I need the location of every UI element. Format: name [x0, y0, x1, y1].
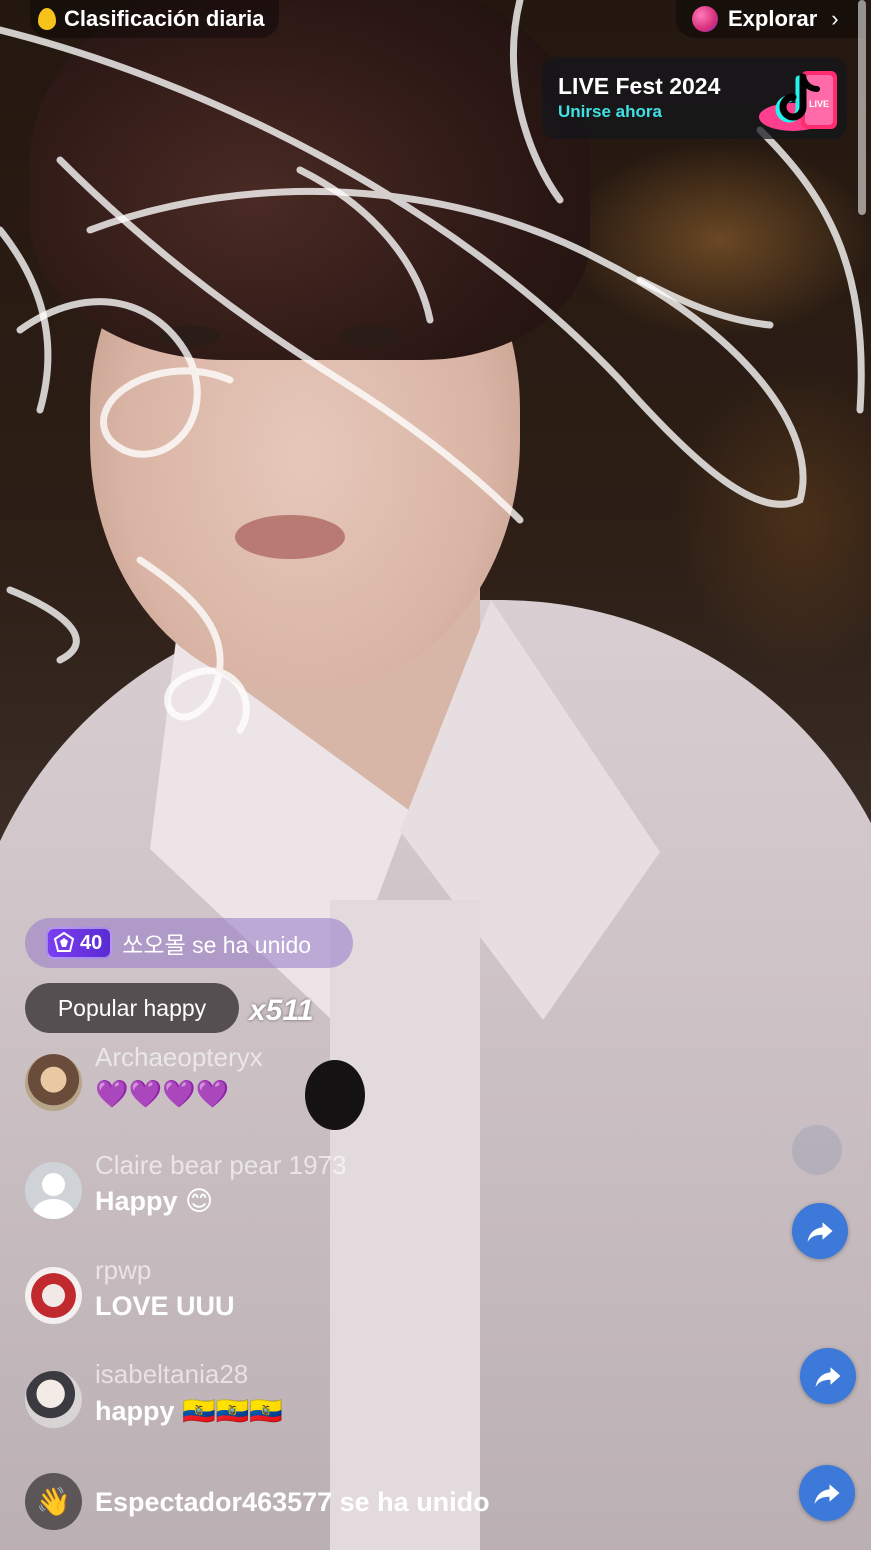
- share-icon: [807, 1222, 833, 1243]
- wave-hand-icon: 👋: [25, 1473, 82, 1530]
- gem-icon: [53, 931, 75, 952]
- popular-gift-pill: Popular happy: [25, 983, 239, 1033]
- level-badge: 40: [46, 927, 113, 959]
- comment-message: 💜💜💜💜: [95, 1079, 230, 1109]
- avatar[interactable]: [25, 1371, 82, 1428]
- explore-button[interactable]: Explorar ›: [676, 0, 866, 38]
- viewer-joined-text: Espectador463577 se ha unido: [95, 1487, 490, 1517]
- avatar[interactable]: [25, 1054, 82, 1111]
- fest-title: LIVE Fest 2024: [558, 73, 721, 99]
- comment-message: Happy 😊: [95, 1186, 214, 1216]
- flame-icon: [38, 8, 56, 30]
- daily-ranking-button[interactable]: Clasificación diaria: [30, 0, 279, 38]
- svg-text:LIVE: LIVE: [809, 99, 829, 109]
- share-button[interactable]: [799, 1465, 855, 1521]
- daily-ranking-label: Clasificación diaria: [64, 6, 265, 31]
- comment-username[interactable]: Archaeopteryx: [95, 1042, 263, 1073]
- chat-comment: Archaeopteryx 💜💜💜💜: [25, 1042, 585, 1134]
- fest-join-link[interactable]: Unirse ahora: [558, 102, 662, 122]
- share-icon: [815, 1367, 841, 1388]
- scrollbar[interactable]: [858, 0, 866, 215]
- comment-username[interactable]: Claire bear pear 1973: [95, 1150, 347, 1181]
- chevron-right-icon: ›: [831, 6, 839, 31]
- comment-message: happy 🇪🇨🇪🇨🇪🇨: [95, 1396, 283, 1426]
- comment-username[interactable]: isabeltania28: [95, 1359, 248, 1390]
- planet-icon: [692, 6, 718, 32]
- user-joined-notice: 40 쏘오몰 se ha unido: [25, 918, 353, 968]
- gift-multiplier: x511: [249, 994, 314, 1027]
- tiktok-live-logo: LIVE: [759, 71, 837, 131]
- chat-comment: rpwp LOVE UUU: [25, 1255, 585, 1347]
- faded-action-button[interactable]: [792, 1125, 842, 1175]
- live-fest-banner[interactable]: LIVE Fest 2024 Unirse ahora LIVE: [542, 57, 847, 139]
- avatar[interactable]: [25, 1267, 82, 1324]
- comment-username[interactable]: rpwp: [95, 1255, 151, 1286]
- avatar[interactable]: [25, 1162, 82, 1219]
- share-icon: [814, 1484, 840, 1505]
- explore-label: Explorar: [728, 6, 818, 31]
- comment-message: LOVE UUU: [95, 1291, 235, 1321]
- chat-comment: Claire bear pear 1973 Happy 😊: [25, 1150, 585, 1242]
- level-number: 40: [80, 931, 103, 954]
- popular-label: Popular happy: [57, 994, 207, 1021]
- share-button[interactable]: [792, 1203, 848, 1259]
- joined-text: 쏘오몰 se ha unido: [122, 932, 312, 958]
- viewer-joined-notice: 👋 Espectador463577 se ha unido: [25, 1473, 625, 1530]
- chat-comment: isabeltania28 happy 🇪🇨🇪🇨🇪🇨: [25, 1359, 585, 1451]
- share-button[interactable]: [800, 1348, 856, 1404]
